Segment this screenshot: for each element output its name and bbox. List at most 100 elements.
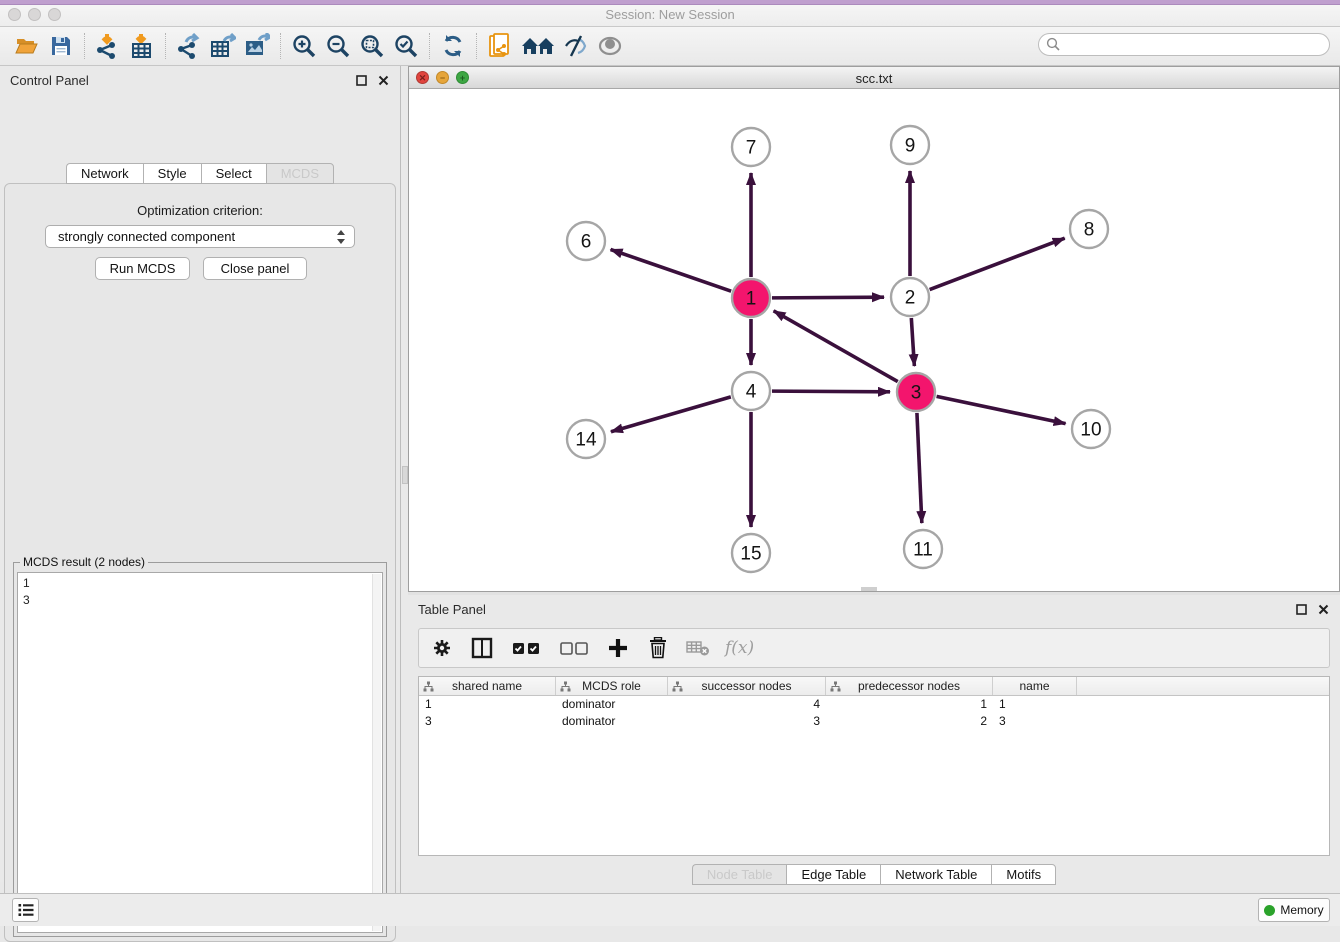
cell-mcds-role[interactable]: dominator (556, 713, 668, 730)
search-icon (1046, 37, 1061, 52)
memory-button[interactable]: Memory (1258, 898, 1330, 922)
graph-node-4[interactable]: 4 (732, 372, 770, 410)
tree-icon (830, 681, 841, 692)
show-details-icon[interactable] (593, 31, 627, 61)
cell-successor-nodes[interactable]: 4 (668, 696, 826, 713)
import-table-icon[interactable] (125, 31, 159, 61)
node-label: 14 (575, 430, 597, 451)
result-scrollbar[interactable] (372, 574, 381, 931)
cell-successor-nodes[interactable]: 3 (668, 713, 826, 730)
cell-predecessor-nodes[interactable]: 1 (826, 696, 993, 713)
graph-node-10[interactable]: 10 (1072, 410, 1110, 448)
graph-node-9[interactable]: 9 (891, 126, 929, 164)
mcds-result-textarea[interactable]: 1 3 (17, 572, 383, 933)
cell-mcds-role[interactable]: dominator (556, 696, 668, 713)
column-header-shared-name[interactable]: shared name (419, 677, 556, 695)
tab-motifs[interactable]: Motifs (991, 864, 1056, 885)
zoom-out-icon[interactable] (321, 31, 355, 61)
graph-edge-4-3[interactable] (772, 391, 890, 392)
tab-network-table[interactable]: Network Table (880, 864, 991, 885)
split-view-icon[interactable] (469, 635, 495, 661)
result-line: 3 (23, 592, 377, 609)
cell-shared-name[interactable]: 3 (419, 713, 556, 730)
tab-style[interactable]: Style (143, 163, 201, 184)
optimization-criterion-select[interactable]: strongly connected component (45, 225, 355, 248)
tab-edge-table[interactable]: Edge Table (786, 864, 880, 885)
search-input[interactable] (1038, 33, 1330, 56)
tab-select[interactable]: Select (201, 163, 266, 184)
select-all-columns-icon[interactable] (509, 635, 543, 661)
column-header-successor-nodes[interactable]: successor nodes (668, 677, 826, 695)
graph-edge-2-3[interactable] (911, 318, 914, 366)
home-icon[interactable] (517, 31, 559, 61)
table-settings-icon[interactable] (429, 635, 455, 661)
graph-edge-3-1[interactable] (774, 311, 898, 382)
task-history-button[interactable] (12, 898, 39, 922)
graph-node-3[interactable]: 3 (897, 373, 935, 411)
zoom-selected-icon[interactable] (389, 31, 423, 61)
graph-edge-4-14[interactable] (611, 397, 731, 432)
close-table-panel-icon[interactable] (1316, 602, 1330, 616)
task-list-icon (18, 903, 34, 917)
cell-shared-name[interactable]: 1 (419, 696, 556, 713)
table-row[interactable]: 1 dominator 4 1 1 (419, 696, 1329, 713)
graph-edge-1-2[interactable] (772, 297, 884, 298)
network-graph: 7 9 6 8 1 2 4 3 14 10 15 11 (409, 89, 1339, 591)
cell-name[interactable]: 3 (993, 713, 1077, 730)
graph-edge-3-10[interactable] (937, 396, 1066, 423)
node-label: 10 (1080, 420, 1101, 441)
cell-name[interactable]: 1 (993, 696, 1077, 713)
refresh-icon[interactable] (436, 31, 470, 61)
delete-column-icon[interactable] (645, 635, 671, 661)
graph-edge-3-11[interactable] (917, 413, 922, 523)
clone-network-icon[interactable] (483, 31, 517, 61)
graph-edge-1-6[interactable] (611, 249, 732, 291)
cell-predecessor-nodes[interactable]: 2 (826, 713, 993, 730)
column-header-name[interactable]: name (993, 677, 1077, 695)
graph-node-2[interactable]: 2 (891, 278, 929, 316)
export-table-icon[interactable] (206, 31, 240, 61)
graph-edge-2-8[interactable] (930, 238, 1065, 289)
graph-node-1[interactable]: 1 (732, 279, 770, 317)
memory-status-icon (1264, 905, 1275, 916)
hide-details-icon[interactable] (559, 31, 593, 61)
graph-node-14[interactable]: 14 (567, 420, 605, 458)
open-file-icon[interactable] (10, 31, 44, 61)
float-table-panel-icon[interactable] (1294, 602, 1308, 616)
mcds-result-fieldset: MCDS result (2 nodes) 1 3 (13, 555, 387, 937)
tab-mcds[interactable]: MCDS (266, 163, 334, 184)
import-network-icon[interactable] (91, 31, 125, 61)
add-column-icon[interactable] (605, 635, 631, 661)
column-header-mcds-role[interactable]: MCDS role (556, 677, 668, 695)
close-panel-icon[interactable] (376, 73, 390, 87)
view-resize-grip[interactable] (861, 587, 877, 591)
table-row[interactable]: 3 dominator 3 2 3 (419, 713, 1329, 730)
zoom-fit-icon[interactable] (355, 31, 389, 61)
column-header-predecessor-nodes[interactable]: predecessor nodes (826, 677, 993, 695)
graph-node-11[interactable]: 11 (904, 530, 942, 568)
graph-node-6[interactable]: 6 (567, 222, 605, 260)
run-mcds-button[interactable]: Run MCDS (95, 257, 190, 280)
tab-network[interactable]: Network (66, 163, 143, 184)
zoom-in-icon[interactable] (287, 31, 321, 61)
function-builder-icon[interactable]: f(x) (725, 638, 754, 658)
float-panel-icon[interactable] (354, 73, 368, 87)
save-session-icon[interactable] (44, 31, 78, 61)
delete-table-icon[interactable] (685, 635, 711, 661)
export-image-icon[interactable] (240, 31, 274, 61)
export-network-icon[interactable] (172, 31, 206, 61)
main-toolbar (0, 27, 1340, 66)
graph-node-15[interactable]: 15 (732, 534, 770, 572)
node-label: 15 (740, 544, 761, 565)
node-label: 2 (905, 288, 916, 309)
control-panel: Control Panel Network Style Select MCDS … (0, 66, 400, 882)
vertical-splitter[interactable] (400, 66, 408, 893)
close-panel-button[interactable]: Close panel (203, 257, 307, 280)
deselect-all-columns-icon[interactable] (557, 635, 591, 661)
node-label: 7 (746, 138, 757, 159)
graph-node-7[interactable]: 7 (732, 128, 770, 166)
toolbar-divider (280, 33, 281, 59)
graph-node-8[interactable]: 8 (1070, 210, 1108, 248)
network-canvas[interactable]: 7 9 6 8 1 2 4 3 14 10 15 11 (409, 89, 1339, 591)
tab-node-table[interactable]: Node Table (692, 864, 787, 885)
